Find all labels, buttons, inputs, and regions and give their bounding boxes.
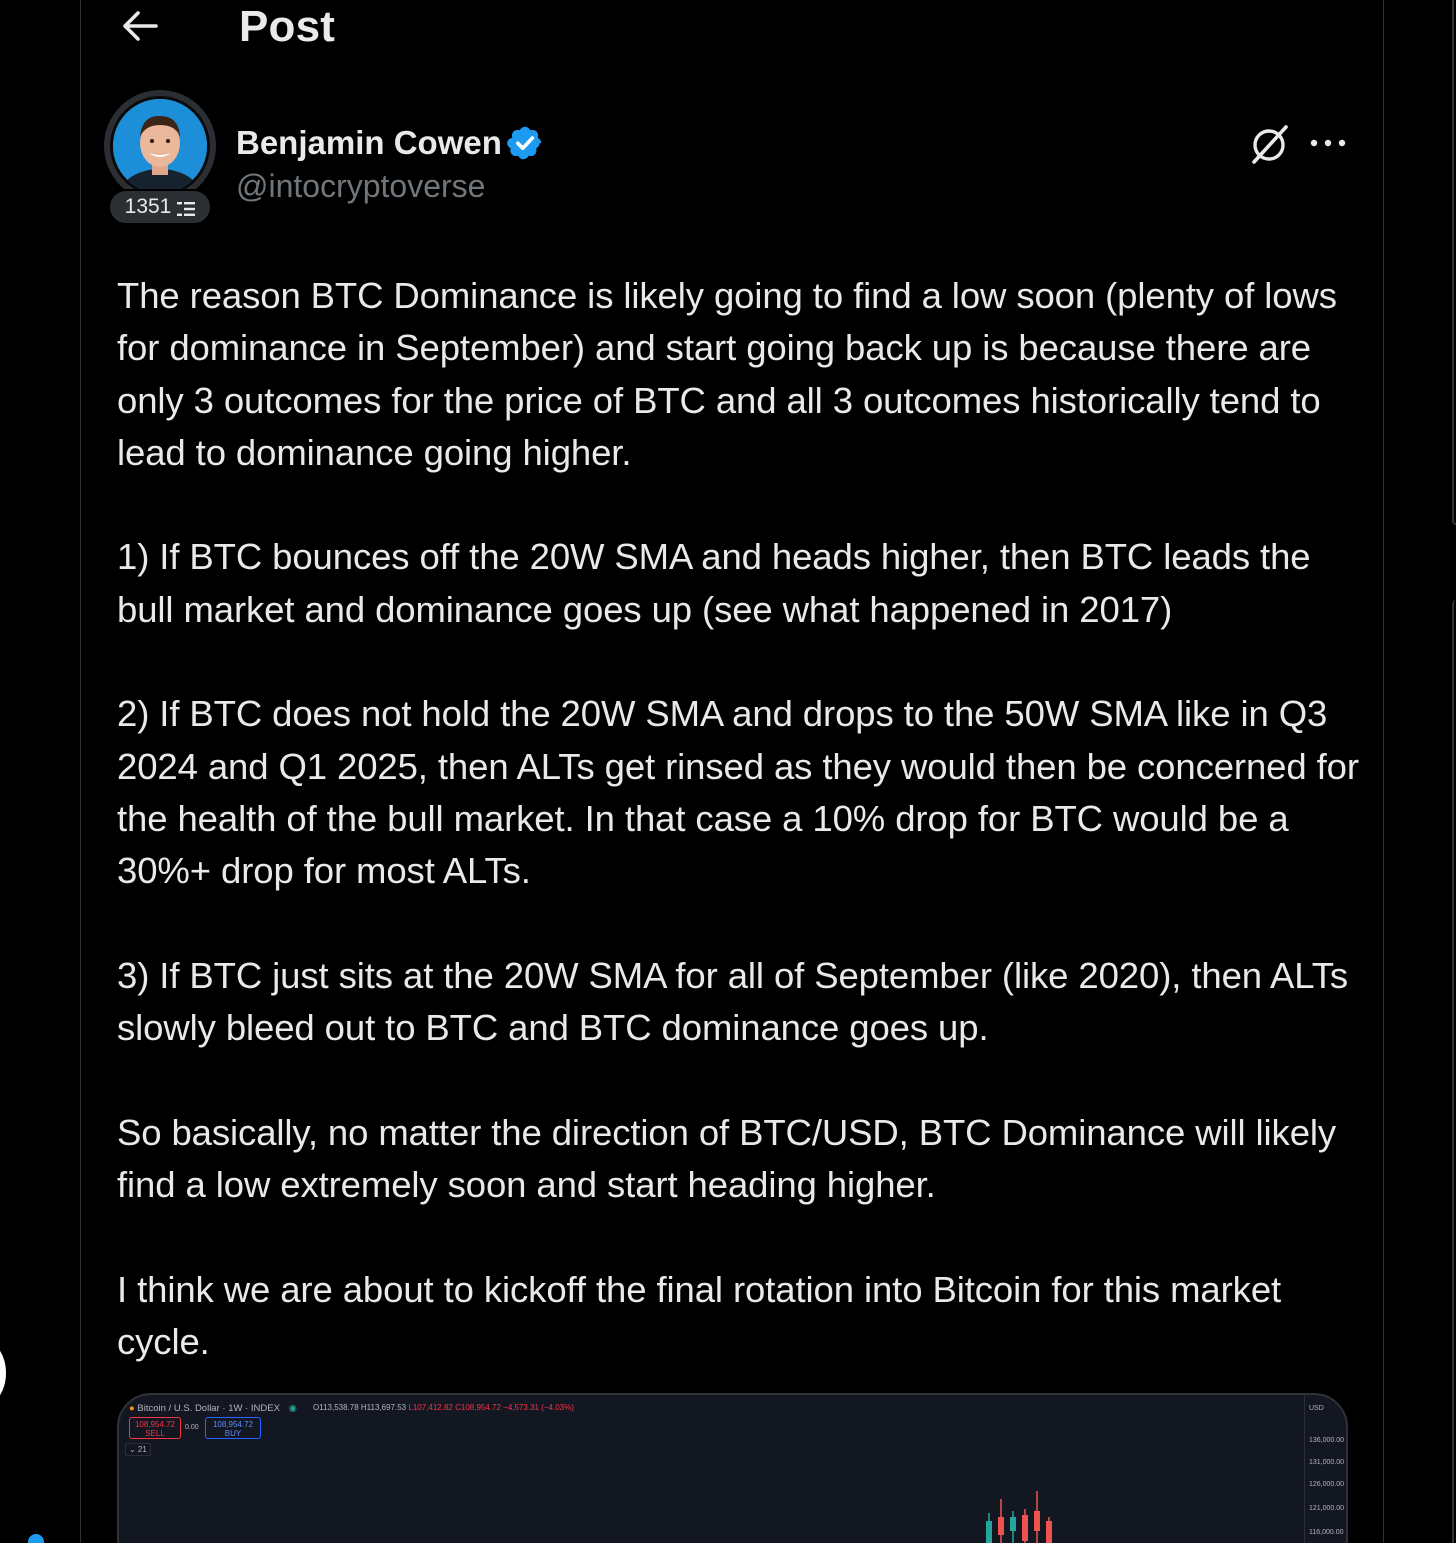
right-panel-edge [1452, 0, 1456, 525]
ohlc-change: −4,573.31 (−4.03%) [503, 1403, 574, 1412]
grok-icon[interactable] [1248, 122, 1292, 166]
ohlc-close: C108,954.72 [455, 1403, 501, 1412]
more-horizontal-icon[interactable] [1308, 128, 1348, 158]
buy-price: 108,954.72 [212, 1420, 254, 1429]
spread-value: 0.00 [185, 1424, 199, 1431]
notification-dot [28, 1534, 44, 1543]
verified-badge-icon[interactable] [506, 124, 544, 162]
post-paragraph: 3) If BTC just sits at the 20W SMA for a… [117, 954, 1349, 1049]
ohlc-open: O113,538.78 [313, 1403, 359, 1412]
left-nav-button-edge[interactable] [0, 1340, 6, 1406]
axis-tick: 131,000.00 [1309, 1459, 1345, 1466]
chart-symbol: Bitcoin / U.S. Dollar · 1W · INDEX [137, 1403, 280, 1414]
avatar[interactable] [104, 90, 216, 202]
column-border-right [1383, 0, 1384, 1543]
chart-candles [986, 1491, 1052, 1543]
chart-ohlc: O113,538.78 H113,697.53 L107,412.82 C108… [313, 1403, 574, 1412]
indicator-toggle: ⌄ 21 [125, 1443, 151, 1456]
axis-tick: 116,000.00 [1309, 1529, 1344, 1536]
post-text: The reason BTC Dominance is likely going… [117, 270, 1362, 1421]
post-paragraph: So basically, no matter the direction of… [117, 1111, 1337, 1206]
post-paragraph: 2) If BTC does not hold the 20W SMA and … [117, 693, 1359, 892]
sell-price: 108,954.72 [134, 1420, 176, 1429]
post-paragraph: 1) If BTC bounces off the 20W SMA and he… [117, 536, 1311, 630]
sell-label: SELL [145, 1429, 165, 1438]
buy-box: 108,954.72 BUY [205, 1417, 261, 1439]
price-axis: USD 136,000.00 131,000.00 126,000.00 121… [1304, 1395, 1346, 1543]
author-handle[interactable]: @intocryptoverse [236, 168, 485, 205]
chart-symbol-line: ● Bitcoin / U.S. Dollar · 1W · INDEX ◉ [129, 1403, 297, 1414]
author-name[interactable]: Benjamin Cowen [236, 124, 502, 162]
list-icon [177, 199, 196, 216]
axis-tick: 126,000.00 [1309, 1481, 1345, 1488]
page-title: Post [239, 2, 336, 51]
avatar-image [110, 96, 210, 196]
axis-tick: 136,000.00 [1309, 1437, 1345, 1444]
right-panel-edge-lower [1452, 600, 1456, 1543]
post-media-chart[interactable]: ● Bitcoin / U.S. Dollar · 1W · INDEX ◉ O… [117, 1393, 1348, 1543]
axis-tick: 121,000.00 [1309, 1505, 1345, 1512]
post-paragraph: I think we are about to kickoff the fina… [117, 1268, 1282, 1362]
ohlc-low: L107,412.82 [408, 1403, 453, 1412]
axis-currency: USD [1309, 1405, 1324, 1412]
sell-box: 108,954.72 SELL [129, 1417, 181, 1439]
buy-label: BUY [224, 1429, 242, 1438]
ohlc-high: H113,697.53 [360, 1403, 407, 1412]
back-arrow-icon[interactable] [120, 8, 160, 44]
subscriber-badge[interactable]: 1351 [108, 189, 212, 225]
column-border-left [80, 0, 81, 1543]
post-paragraph: The reason BTC Dominance is likely going… [117, 275, 1337, 473]
badge-count: 1351 [124, 195, 172, 218]
